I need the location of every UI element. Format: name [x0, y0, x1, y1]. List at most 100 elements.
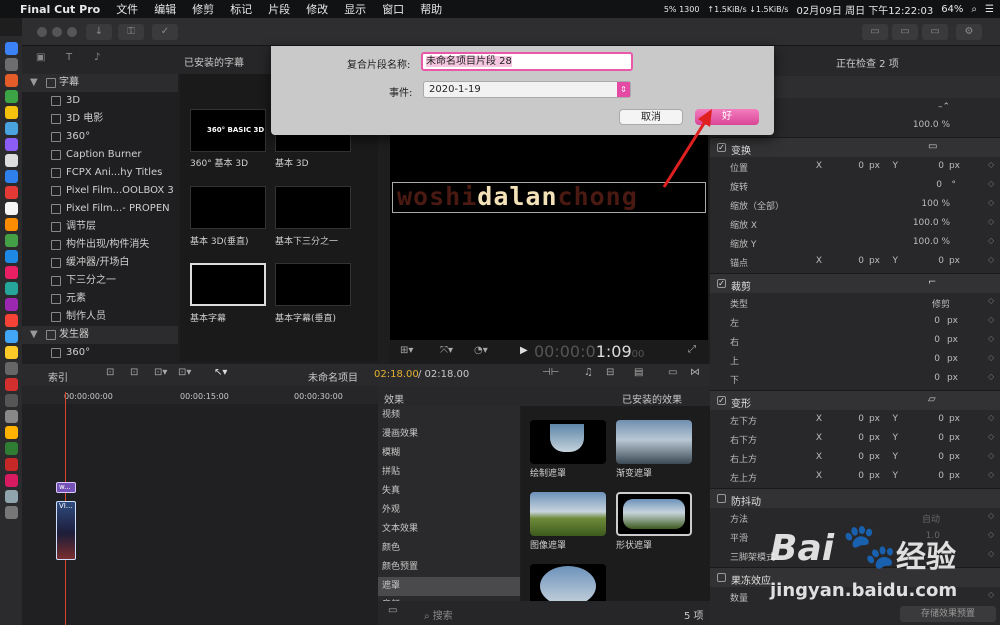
connect-clip-icon[interactable]: ⊡	[106, 367, 114, 378]
sidebar-item[interactable]: 调节层	[22, 218, 178, 236]
music-icon[interactable]: ♪	[94, 52, 100, 63]
enable-checkbox[interactable]: ✓	[717, 279, 726, 288]
param-value[interactable]: 0	[840, 256, 864, 266]
keyframe-icon[interactable]: ◇	[988, 451, 994, 460]
dock-app-icon[interactable]	[4, 42, 18, 55]
show-timeline-button[interactable]: ▭	[922, 24, 948, 40]
title-thumbnail-selected[interactable]	[190, 263, 266, 306]
dock-app-icon[interactable]	[4, 314, 18, 327]
effects-browser-icon[interactable]: ⋈	[690, 367, 700, 378]
dock-app-icon[interactable]	[4, 378, 18, 391]
title-thumbnail[interactable]	[275, 186, 351, 229]
menu-clip[interactable]: 片段	[260, 1, 298, 17]
disclosure-triangle-icon[interactable]: ▼	[30, 74, 38, 92]
dock-app-icon[interactable]	[4, 426, 18, 439]
effect-category[interactable]: 颜色预置	[378, 558, 520, 577]
sidebar-group-header[interactable]: ▼ 发生器	[22, 326, 178, 344]
shape-mask-effect[interactable]	[616, 492, 692, 536]
effect-category[interactable]: 视频	[378, 406, 520, 425]
menu-trim[interactable]: 修剪	[184, 1, 222, 17]
audio-skimming-icon[interactable]: ♫	[584, 367, 593, 378]
vignette-mask-effect[interactable]	[530, 564, 606, 601]
solo-icon[interactable]: ⊟	[606, 367, 614, 378]
menu-file[interactable]: 文件	[108, 1, 146, 17]
section-tool-icon[interactable]: ▭	[928, 141, 937, 152]
menu-help[interactable]: 帮助	[412, 1, 450, 17]
sidebar-item[interactable]: 3D	[22, 92, 178, 110]
fullscreen-icon[interactable]: ⤢	[688, 344, 696, 355]
param-value[interactable]: 0	[840, 414, 864, 424]
param-value[interactable]: 0	[916, 335, 940, 345]
speed-icon[interactable]: ◔▾	[474, 345, 488, 356]
param-value[interactable]: 0	[920, 161, 944, 171]
param-value[interactable]: 0	[920, 256, 944, 266]
param-value[interactable]: 0	[920, 433, 944, 443]
sidebar-item[interactable]: 制作人员	[22, 308, 178, 326]
dock-app-icon[interactable]	[4, 74, 18, 87]
title-thumbnail[interactable]	[275, 263, 351, 306]
dock-app-icon[interactable]	[4, 298, 18, 311]
distort-section[interactable]: ✓ 变形 ▱	[710, 390, 1000, 410]
enable-checkbox[interactable]: ✓	[717, 396, 726, 405]
menu-edit[interactable]: 编辑	[146, 1, 184, 17]
blend-mode-dropdown[interactable]: –⌃	[930, 102, 950, 112]
param-value[interactable]: 100.0 %	[890, 237, 950, 247]
clip-name-input[interactable]: 未命名项目片段 28	[421, 52, 633, 71]
keywords-button[interactable]: ⚿	[118, 24, 144, 40]
dock-app-icon[interactable]	[4, 90, 18, 103]
background-tasks-button[interactable]: ✓	[152, 24, 178, 40]
param-value[interactable]: 0	[920, 452, 944, 462]
effects-search[interactable]: ⌕ 搜索	[424, 607, 453, 622]
show-browser-button[interactable]: ▭	[892, 24, 918, 40]
menu-mark[interactable]: 标记	[222, 1, 260, 17]
effect-category[interactable]: 外观	[378, 501, 520, 520]
insert-clip-icon[interactable]: ⊡	[130, 367, 138, 378]
dock-app-icon[interactable]	[4, 186, 18, 199]
effect-category[interactable]: 模糊	[378, 444, 520, 463]
sidebar-item[interactable]: 下三分之一	[22, 272, 178, 290]
import-button[interactable]: ↓	[86, 24, 112, 40]
sidebar-item[interactable]: 缓冲器/开场白	[22, 254, 178, 272]
sidebar-item[interactable]: Caption Burner	[22, 146, 178, 164]
title-clip[interactable]: w...	[56, 482, 76, 493]
image-mask-effect[interactable]	[530, 492, 606, 536]
video-clip[interactable]: VI...	[56, 501, 76, 560]
dock-app-icon[interactable]	[4, 458, 18, 471]
transform-section[interactable]: ✓ 变换 ▭	[710, 137, 1000, 157]
menu-view[interactable]: 显示	[336, 1, 374, 17]
keyframe-icon[interactable]: ◇	[988, 372, 994, 381]
network-status[interactable]: ↑1.5KiB/s ↓1.5KiB/s	[707, 5, 788, 14]
dock-app-icon[interactable]	[4, 346, 18, 359]
dock-app-icon[interactable]	[4, 154, 18, 167]
dock-app-icon[interactable]	[4, 138, 18, 151]
keyframe-icon[interactable]: ◇	[988, 198, 994, 207]
param-value[interactable]: 0	[840, 471, 864, 481]
keyframe-icon[interactable]: ◇	[988, 470, 994, 479]
show-inspector-button[interactable]: ⚙	[956, 24, 982, 40]
dock-app-icon[interactable]	[4, 410, 18, 423]
param-value[interactable]: 0	[916, 373, 940, 383]
dock-app-icon[interactable]	[4, 282, 18, 295]
menu-list-icon[interactable]: ☰	[985, 4, 994, 15]
dock-app-icon[interactable]	[4, 362, 18, 375]
select-tool-icon[interactable]: ↖▾	[214, 367, 227, 378]
sidebar-item[interactable]: 元素	[22, 290, 178, 308]
sidebar-item[interactable]: 360°	[22, 128, 178, 146]
zoom-window-button[interactable]	[67, 27, 77, 37]
close-window-button[interactable]	[37, 27, 47, 37]
minimize-window-button[interactable]	[52, 27, 62, 37]
sidebar-item[interactable]: FCPX Ani...hy Titles	[22, 164, 178, 182]
keyframe-icon[interactable]: ◇	[988, 179, 994, 188]
param-value[interactable]: 0	[916, 316, 940, 326]
sidebar-item[interactable]: 构件出现/构件消失	[22, 236, 178, 254]
keyframe-icon[interactable]: ◇	[988, 315, 994, 324]
enable-checkbox[interactable]	[717, 573, 726, 582]
sidebar-item[interactable]: 360°	[22, 344, 178, 362]
keyframe-icon[interactable]: ◇	[988, 217, 994, 226]
stabilize-section[interactable]: 防抖动	[710, 488, 1000, 508]
clip-appearance-icon[interactable]: ▭	[668, 367, 677, 378]
dock-app-icon[interactable]	[4, 266, 18, 279]
dock-app-icon[interactable]	[4, 122, 18, 135]
dock-app-icon[interactable]	[4, 442, 18, 455]
sidebar-toggle-icon[interactable]: ▭	[388, 605, 397, 616]
